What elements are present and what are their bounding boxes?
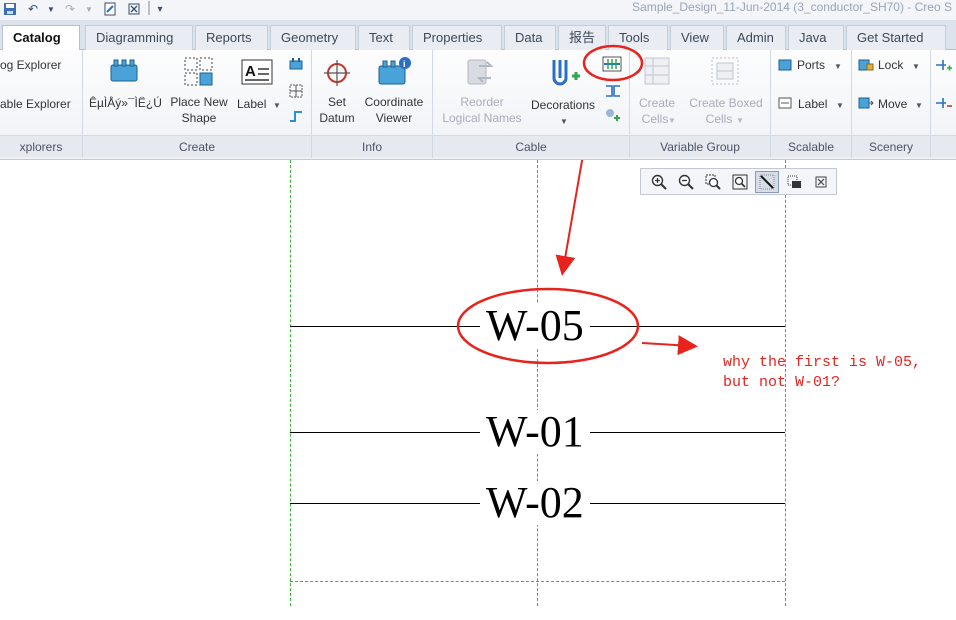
cable-explorer-button[interactable]: able Explorer (0, 96, 71, 112)
group-label-overflow (931, 135, 956, 157)
reorder-logical-names-label-2: Logical Names (442, 111, 522, 125)
group-label-create: Create (83, 135, 311, 157)
create-boxed-cells-icon (708, 54, 742, 88)
window-title: Sample_Design_11-Jun-2014 (3_conductor_S… (632, 0, 952, 14)
scalable-label-dropdown-icon[interactable]: ▼ (836, 98, 844, 114)
group-label-scenery: Scenery (852, 135, 930, 157)
lock-dropdown-icon[interactable]: ▼ (912, 59, 920, 75)
set-datum-icon[interactable] (322, 58, 352, 88)
tab-reports[interactable]: Reports (195, 25, 268, 50)
redo-icon[interactable]: ↷ (62, 1, 78, 17)
tab-data[interactable]: Data (504, 25, 556, 50)
group-label-variable-group: Variable Group (630, 135, 770, 157)
place-new-shape-label-1[interactable]: Place New (164, 94, 234, 110)
group-label-cable: Cable (433, 135, 629, 157)
customize-qat-icon[interactable]: ▾ (154, 1, 166, 17)
group-label-scalable: Scalable (771, 135, 851, 157)
reorder-logical-names-label-1: Reorder (460, 95, 504, 109)
move-dropdown-icon[interactable]: ▼ (915, 98, 923, 114)
tab-text[interactable]: Text (358, 25, 410, 50)
close-window-icon[interactable] (126, 1, 142, 17)
catalog-explorer-button[interactable]: og Explorer (0, 57, 61, 73)
ribbon-tabbar: Catalog Diagramming Reports Geometry Tex… (0, 20, 956, 51)
small-connector-icon[interactable] (288, 56, 304, 72)
scalable-label-button[interactable]: Label (798, 96, 827, 112)
group-label-explorers: xplorers (0, 135, 82, 157)
set-datum-label-1[interactable]: Set (312, 94, 362, 110)
ports-dropdown-icon[interactable]: ▼ (834, 59, 842, 75)
scenery-extra-icon-2[interactable] (934, 94, 954, 112)
scenery-extra-icon-1[interactable] (934, 56, 954, 74)
tab-admin[interactable]: Admin (726, 25, 786, 50)
split-cable-icon[interactable] (603, 82, 623, 100)
annotation-text-line-2: but not W-01? (723, 374, 841, 391)
decorations-icon[interactable] (546, 56, 582, 90)
scalable-label-icon[interactable] (777, 96, 793, 110)
place-new-shape-icon[interactable] (182, 55, 216, 89)
move-icon[interactable] (857, 95, 875, 111)
tab-java[interactable]: Java (788, 25, 844, 50)
diagram-canvas[interactable]: W-05 W-01 W-02 why the first is W-05, bu… (0, 160, 956, 620)
group-label-info: Info (312, 135, 432, 157)
add-conductor-icon[interactable] (603, 106, 623, 124)
label-button[interactable]: Label (237, 96, 266, 112)
label-dropdown-icon[interactable]: ▼ (273, 98, 281, 114)
set-datum-label-2[interactable]: Datum (312, 110, 362, 126)
tab-get-started[interactable]: Get Started (846, 25, 946, 50)
tab-catalog[interactable]: Catalog (2, 25, 80, 51)
lock-button[interactable]: Lock (878, 57, 903, 73)
move-button[interactable]: Move (878, 96, 907, 112)
grid-icon[interactable] (288, 83, 304, 99)
create-boxed-cells-label-1: Create Boxed (689, 96, 763, 110)
tab-geometry[interactable]: Geometry (270, 25, 356, 50)
wire-step-icon[interactable] (288, 108, 304, 124)
tab-diagramming[interactable]: Diagramming (85, 25, 193, 50)
tab-properties[interactable]: Properties (412, 25, 502, 50)
svg-text:A: A (245, 63, 256, 80)
create-boxed-cells-dropdown-icon: ▼ (736, 116, 744, 125)
undo-dropdown-icon[interactable]: ▼ (46, 1, 56, 17)
tab-view[interactable]: View (670, 25, 724, 50)
ports-icon[interactable] (777, 58, 793, 72)
lock-icon[interactable] (857, 57, 875, 73)
svg-text:i: i (403, 59, 406, 69)
create-cells-label-1: Create (638, 96, 676, 110)
redo-dropdown-icon[interactable]: ▼ (84, 1, 94, 17)
decorations-button[interactable]: Decorations (531, 97, 595, 113)
annotation-text-line-1: why the first is W-05, (723, 354, 922, 371)
coordinate-viewer-label-1[interactable]: Coordinate (360, 94, 428, 110)
coordinate-viewer-label-2[interactable]: Viewer (360, 110, 428, 126)
reorder-logical-names-icon (464, 56, 498, 88)
regenerate-icon[interactable] (102, 1, 118, 17)
create-cells-icon (642, 55, 672, 87)
label-icon[interactable]: A (240, 58, 274, 86)
garbled-button-label[interactable]: ÊµÌÅý»¯ÌË¿Ú (89, 95, 162, 111)
coordinate-viewer-icon[interactable]: i (376, 56, 412, 88)
qat-separator (148, 1, 150, 15)
ports-button[interactable]: Ports (797, 57, 825, 73)
quick-access-toolbar: ↶ ▼ ↷ ▼ ▾ Sample_Design_11-Jun-2014 (3_c… (0, 0, 956, 20)
undo-icon[interactable]: ↶ (25, 1, 41, 17)
place-new-shape-label-2[interactable]: Shape (164, 110, 234, 126)
annotation-circle (582, 44, 644, 82)
create-cells-dropdown-icon: ▼ (668, 116, 676, 125)
save-icon[interactable] (2, 1, 18, 17)
connector-icon[interactable] (108, 56, 140, 86)
ribbon: og Explorer able Explorer xplorers ÊµÌÅý… (0, 44, 956, 160)
decorations-dropdown-icon[interactable]: ▼ (560, 114, 568, 130)
